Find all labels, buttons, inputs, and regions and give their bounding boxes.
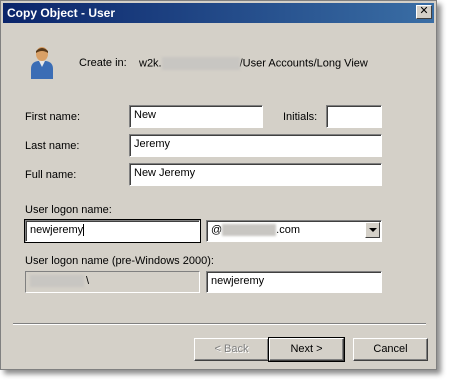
redacted-domain (30, 275, 84, 288)
last-name-label: Last name: (25, 140, 80, 152)
pre2000-logon-field[interactable]: newjeremy (206, 271, 382, 293)
text-caret (83, 224, 85, 237)
logon-name-value: newjeremy (30, 224, 84, 236)
domain-at: @ (211, 224, 223, 236)
domain-suffix: .com (276, 224, 301, 236)
full-name-label: Full name: (25, 169, 77, 181)
logon-name-label: User logon name: (25, 204, 112, 216)
initials-field[interactable] (326, 105, 382, 128)
full-name-field[interactable]: New Jeremy (129, 163, 382, 186)
redacted-domain (222, 224, 277, 237)
redacted-domain (161, 57, 240, 70)
initials-label: Initials: (283, 111, 318, 123)
pre2000-domain-suffix: \ (86, 275, 90, 287)
chevron-down-icon[interactable] (365, 222, 380, 238)
pre2000-domain-field: \ (25, 271, 200, 293)
window-title: Copy Object - User (7, 6, 116, 20)
pre2000-label: User logon name (pre-Windows 2000): (25, 255, 214, 267)
back-button[interactable]: < Back (194, 338, 269, 361)
logon-name-field[interactable]: newjeremy (24, 219, 201, 243)
create-in-label: Create in: (79, 57, 127, 69)
create-in-suffix: /User Accounts/Long View (239, 57, 368, 70)
user-icon (31, 47, 53, 79)
title-bar: Copy Object - User ✕ (3, 3, 434, 23)
first-name-label: First name: (25, 111, 81, 123)
create-in-path: w2k. /User Accounts/Long View (139, 57, 368, 70)
first-name-field[interactable]: New (129, 105, 263, 128)
copy-object-dialog: Copy Object - User ✕ Create in: w2k. /Use… (0, 0, 437, 370)
cancel-button[interactable]: Cancel (353, 338, 428, 361)
domain-dropdown[interactable]: @ .com (206, 220, 382, 242)
next-button[interactable]: Next > (268, 337, 345, 362)
last-name-field[interactable]: Jeremy (129, 134, 382, 157)
close-icon[interactable]: ✕ (416, 5, 432, 19)
separator (13, 323, 426, 325)
create-in-prefix: w2k. (139, 57, 162, 70)
